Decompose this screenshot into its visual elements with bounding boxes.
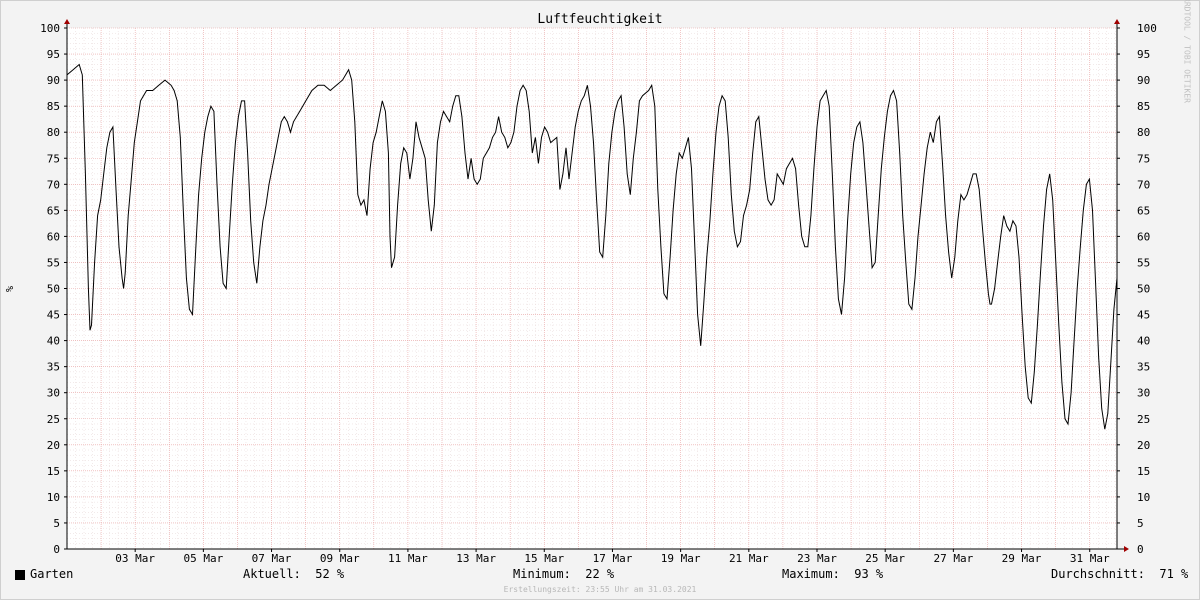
x-tick-label: 15 Mar	[524, 552, 564, 565]
legend-max-label: Maximum:	[782, 567, 840, 581]
x-tick-label: 11 Mar	[388, 552, 428, 565]
y-tick-label-right: 35	[1137, 361, 1150, 374]
y-tick-label-right: 85	[1137, 100, 1150, 113]
legend-avg-label: Durchschnitt:	[1051, 567, 1145, 581]
y-tick-label-right: 65	[1137, 204, 1150, 217]
legend-avg: Durchschnitt: 71 %	[1051, 567, 1188, 585]
legend-current-value: 52 %	[315, 567, 345, 581]
y-tick-label-left: 5	[53, 517, 60, 530]
y-tick-label-left: 95	[47, 48, 60, 61]
y-tick-label-right: 100	[1137, 22, 1157, 35]
y-tick-label-right: 30	[1137, 387, 1150, 400]
x-tick-label: 09 Mar	[320, 552, 360, 565]
x-tick-label: 19 Mar	[661, 552, 701, 565]
legend-max: Maximum: 93 %	[782, 567, 883, 585]
y-tick-label-right: 15	[1137, 465, 1150, 478]
y-axis-label: %	[5, 286, 16, 292]
y-tick-label-right: 40	[1137, 335, 1150, 348]
x-tick-label: 21 Mar	[729, 552, 769, 565]
legend-min-value: 22 %	[585, 567, 615, 581]
legend-current: Aktuell: 52 %	[243, 567, 344, 585]
y-tick-label-left: 0	[53, 543, 60, 556]
legend-avg-value: 71 %	[1159, 567, 1189, 581]
x-axis-arrow	[1124, 546, 1129, 552]
y-tick-label-left: 75	[47, 152, 60, 165]
y-tick-label-left: 10	[47, 491, 60, 504]
y-tick-label-left: 25	[47, 413, 60, 426]
y-tick-label-left: 70	[47, 178, 60, 191]
y-tick-label-left: 50	[47, 283, 60, 296]
x-tick-label: 23 Mar	[797, 552, 837, 565]
y-tick-label-right: 75	[1137, 152, 1150, 165]
y-tick-label-left: 90	[47, 74, 60, 87]
y-tick-label-left: 40	[47, 335, 60, 348]
y-ticks-right: 0 5 10 15 20 25 30 35 40 45 50 55 60 65 70 75 80 85 90 95 10…	[1117, 22, 1157, 556]
y-tick-label-left: 35	[47, 361, 60, 374]
y-tick-label-left: 100	[40, 22, 60, 35]
y-tick-label-left: 45	[47, 309, 60, 322]
y-tick-label-right: 45	[1137, 309, 1150, 322]
x-tick-label: 07 Mar	[252, 552, 292, 565]
y-tick-label-left: 80	[47, 126, 60, 139]
legend-min: Minimum: 22 %	[513, 567, 614, 585]
legend-swatch	[15, 570, 25, 580]
y-tick-label-left: 30	[47, 387, 60, 400]
y-tick-label-right: 70	[1137, 178, 1150, 191]
y-tick-label-right: 20	[1137, 439, 1150, 452]
x-ticks: 03 Mar 05 Mar 07 Mar 09 Mar 11 Mar 13 Mar 15 M…	[115, 549, 1110, 565]
y-tick-label-left: 20	[47, 439, 60, 452]
y-tick-label-right: 80	[1137, 126, 1150, 139]
y-tick-label-right: 50	[1137, 283, 1150, 296]
y-axis-right-arrow	[1114, 19, 1120, 24]
legend-current-label: Aktuell:	[243, 567, 301, 581]
x-tick-label: 29 Mar	[1002, 552, 1042, 565]
y-tick-label-right: 60	[1137, 230, 1150, 243]
y-tick-label-right: 25	[1137, 413, 1150, 426]
y-ticks-left: 0 5 10 15 20 25 30 35 40 45 50 55 60 65 70 75 80 85 90 95 10…	[40, 22, 67, 556]
x-tick-label: 17 Mar	[593, 552, 633, 565]
y-tick-label-left: 85	[47, 100, 60, 113]
x-tick-label: 25 Mar	[865, 552, 905, 565]
x-tick-label: 03 Mar	[115, 552, 155, 565]
y-tick-label-right: 0	[1137, 543, 1144, 556]
legend-series-name: Garten	[30, 567, 74, 581]
footer-timestamp: Erstellungszeit: 23:55 Uhr am 31.03.2021	[503, 585, 697, 594]
chart-title: Luftfeuchtigkeit	[537, 12, 662, 27]
y-tick-label-left: 15	[47, 465, 60, 478]
legend-max-value: 93 %	[854, 567, 884, 581]
y-tick-label-right: 95	[1137, 48, 1150, 61]
y-axis-left-arrow	[64, 19, 70, 24]
y-tick-label-left: 60	[47, 230, 60, 243]
legend-min-label: Minimum:	[513, 567, 571, 581]
y-tick-label-right: 55	[1137, 256, 1150, 269]
y-tick-label-right: 5	[1137, 517, 1144, 530]
rrdtool-watermark: RRDTOOL / TOBI OETIKER	[1183, 0, 1192, 103]
y-tick-label-left: 55	[47, 256, 60, 269]
y-tick-label-right: 10	[1137, 491, 1150, 504]
y-tick-label-right: 90	[1137, 74, 1150, 87]
humidity-chart: 0510152025303540455055606570758085909510…	[5, 0, 1192, 565]
x-tick-label: 27 Mar	[933, 552, 973, 565]
x-tick-label: 05 Mar	[183, 552, 223, 565]
x-tick-label: 31 Mar	[1070, 552, 1110, 565]
x-tick-label: 13 Mar	[456, 552, 496, 565]
y-tick-label-left: 65	[47, 204, 60, 217]
